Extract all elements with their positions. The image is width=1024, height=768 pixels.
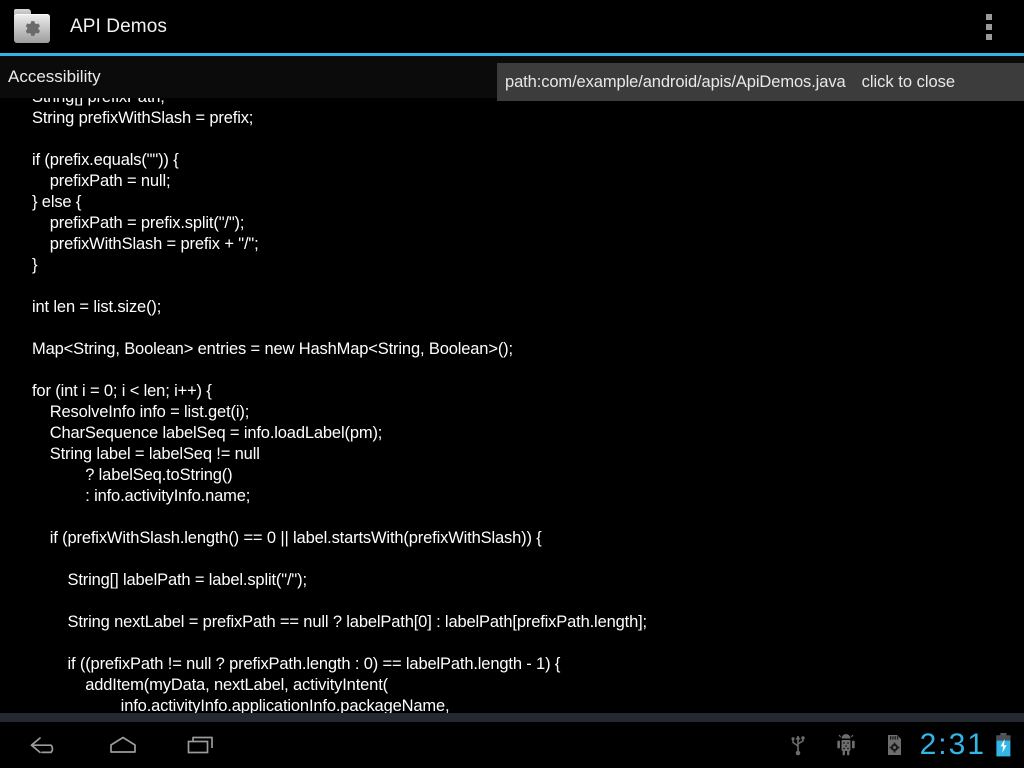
code-line: String nextLabel = prefixPath == null ? … [32, 613, 647, 631]
code-viewport[interactable]: String[] prefixPath;String prefixWithSla… [0, 98, 1024, 713]
overflow-menu-icon[interactable] [974, 0, 1004, 53]
overflow-dot [986, 23, 992, 30]
code-line: if (prefix.equals("")) { [32, 151, 179, 169]
bottom-divider-strip [0, 713, 1024, 722]
code-line: String[] labelPath = label.split("/"); [32, 571, 307, 589]
status-tray: 2:31 [774, 722, 1024, 768]
recent-apps-glyph [187, 736, 213, 754]
folder-gear-icon [12, 6, 54, 48]
sdcard-settings-icon [870, 722, 918, 768]
code-line: String label = labelSeq != null [32, 445, 260, 463]
page-title: Accessibility [8, 67, 101, 86]
code-line: ? labelSeq.toString() [32, 466, 233, 484]
overflow-dot [986, 33, 992, 40]
action-bar: API Demos [0, 0, 1024, 53]
path-overlay[interactable]: path:com/example/android/apis/ApiDemos.j… [497, 63, 1024, 101]
path-overlay-close-hint[interactable]: click to close [862, 73, 956, 92]
code-line: if ((prefixPath != null ? prefixPath.len… [32, 655, 561, 673]
overflow-dot [986, 13, 992, 20]
sdcard-gear-glyph [887, 735, 901, 755]
code-line: ResolveInfo info = list.get(i); [32, 403, 250, 421]
system-navigation-bar: 2:31 [0, 722, 1024, 768]
code-line: : info.activityInfo.name; [32, 487, 251, 505]
code-line: info.activityInfo.applicationInfo.packag… [32, 697, 450, 713]
code-content: String[] prefixPath;String prefixWithSla… [0, 98, 1024, 713]
code-line: } else { [32, 193, 82, 211]
code-line: Map<String, Boolean> entries = new HashM… [32, 340, 513, 358]
battery-glyph [995, 733, 1010, 757]
code-line: addItem(myData, nextLabel, activityInten… [32, 676, 388, 694]
code-line: CharSequence labelSeq = info.loadLabel(p… [32, 424, 383, 442]
code-line: prefixPath = null; [32, 172, 171, 190]
usb-icon [774, 722, 822, 768]
code-line: String prefixWithSlash = prefix; [32, 109, 254, 127]
back-arrow-glyph [30, 737, 54, 754]
code-line: } [32, 256, 38, 274]
android-robot-glyph [836, 734, 855, 756]
android-screen: API Demos Accessibility path:com/example… [0, 0, 1024, 768]
status-clock: 2:31 [919, 728, 986, 761]
android-debug-icon [822, 722, 870, 768]
code-line: int len = list.size(); [32, 298, 162, 316]
home-glyph [110, 736, 136, 753]
gear-glyph [25, 20, 40, 36]
recent-apps-icon[interactable] [161, 722, 241, 768]
home-icon[interactable] [83, 722, 163, 768]
app-title: API Demos [70, 15, 167, 37]
code-line: for (int i = 0; i < len; i++) { [32, 382, 212, 400]
battery-charging-icon [990, 722, 1024, 768]
code-line: if (prefixWithSlash.length() == 0 || lab… [32, 529, 542, 547]
code-line: prefixPath = prefix.split("/"); [32, 214, 245, 232]
usb-glyph [791, 736, 805, 756]
path-overlay-text: path:com/example/android/apis/ApiDemos.j… [505, 72, 846, 91]
back-arrow-icon[interactable] [5, 722, 85, 768]
code-line: prefixWithSlash = prefix + "/"; [32, 235, 259, 253]
